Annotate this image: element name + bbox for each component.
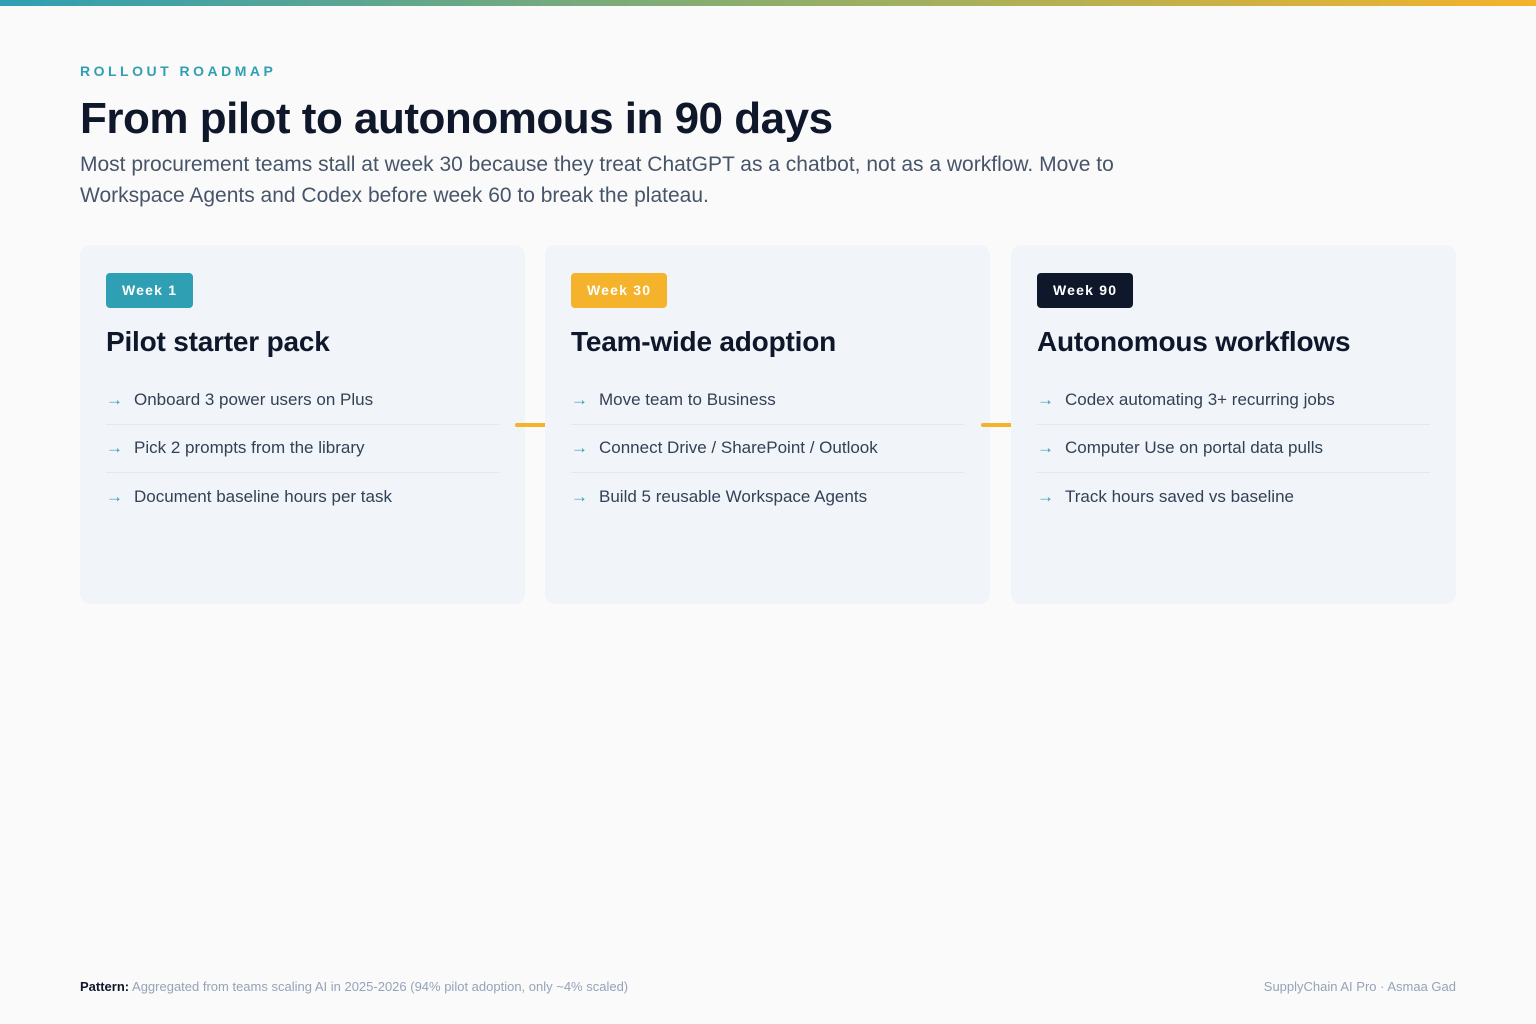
roadmap-card-week-1: Week 1 Pilot starter pack → Onboard 3 pow… [80, 245, 525, 604]
card-item-list: → Move team to Business → Connect Drive / … [571, 376, 964, 522]
page-subtitle: Most procurement teams stall at week 30 … [80, 153, 1114, 207]
list-item: → Move team to Business [571, 376, 964, 425]
page-title: From pilot to autonomous in 90 days [80, 94, 833, 143]
arrow-right-icon: → [106, 389, 123, 409]
list-item: → Track hours saved vs baseline [1037, 473, 1430, 522]
list-item: → Connect Drive / SharePoint / Outlook [571, 425, 964, 473]
list-item-label: Computer Use on portal data pulls [1065, 438, 1323, 458]
list-item-label: Onboard 3 power users on Plus [134, 389, 374, 409]
list-item-label: Document baseline hours per task [134, 487, 392, 507]
list-item: → Document baseline hours per task [106, 473, 499, 522]
list-item-label: Pick 2 prompts from the library [134, 438, 365, 458]
list-item-label: Connect Drive / SharePoint / Outlook [599, 438, 878, 458]
arrow-right-icon: → [571, 438, 588, 458]
list-item: → Build 5 reusable Workspace Agents [571, 473, 964, 522]
footer-pattern-label: Pattern: [80, 979, 130, 994]
arrow-right-icon: → [1037, 487, 1054, 507]
card-title: Team-wide adoption [571, 326, 836, 357]
list-item: → Pick 2 prompts from the library [106, 425, 499, 473]
list-item-label: Codex automating 3+ recurring jobs [1065, 389, 1335, 409]
card-title: Pilot starter pack [106, 326, 330, 357]
arrow-right-icon: → [1037, 389, 1054, 409]
roadmap-card-week-30: Week 30 Team-wide adoption → Move team to… [545, 245, 990, 604]
footer-pattern-text: Aggregated from teams scaling AI in 2025… [129, 979, 629, 994]
top-accent-bar [0, 0, 1536, 6]
week-badge: Week 30 [571, 273, 668, 308]
arrow-right-icon: → [106, 487, 123, 507]
list-item: → Onboard 3 power users on Plus [106, 376, 499, 425]
arrow-right-icon: → [571, 389, 588, 409]
list-item-label: Track hours saved vs baseline [1065, 487, 1294, 507]
footer-pattern-note: Pattern: Aggregated from teams scaling A… [80, 979, 628, 994]
card-title: Autonomous workflows [1037, 326, 1351, 357]
eyebrow-label: ROLLOUT ROADMAP [80, 63, 277, 79]
week-badge: Week 90 [1037, 273, 1134, 308]
list-item: → Computer Use on portal data pulls [1037, 425, 1430, 473]
footer-credit: SupplyChain AI Pro · Asmaa Gad [1263, 979, 1456, 994]
card-item-list: → Codex automating 3+ recurring jobs → Com… [1037, 376, 1430, 522]
arrow-right-icon: → [106, 438, 123, 458]
roadmap-card-week-90: Week 90 Autonomous workflows → Codex auto… [1011, 245, 1456, 604]
arrow-right-icon: → [571, 487, 588, 507]
list-item: → Codex automating 3+ recurring jobs [1037, 376, 1430, 425]
week-badge: Week 1 [106, 273, 194, 308]
list-item-label: Move team to Business [599, 389, 776, 409]
card-item-list: → Onboard 3 power users on Plus → Pick 2 p… [106, 376, 499, 522]
arrow-right-icon: → [1037, 438, 1054, 458]
list-item-label: Build 5 reusable Workspace Agents [599, 487, 868, 507]
